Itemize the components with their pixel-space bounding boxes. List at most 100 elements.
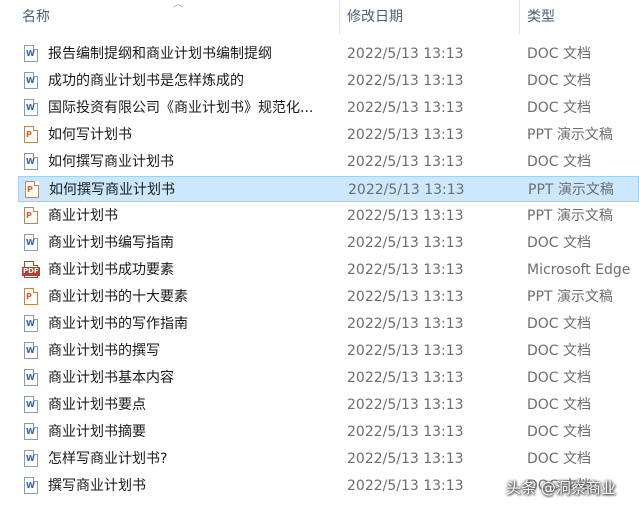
file-name[interactable]: 怎样写商业计划书? — [48, 446, 338, 472]
doc-icon-mark: W — [26, 427, 35, 436]
file-name[interactable]: 如何撰写商业计划书 — [49, 177, 339, 203]
file-date-modified: 2022/5/13 13:13 — [347, 73, 464, 89]
file-type: DOC 文档 — [527, 73, 592, 89]
doc-file-icon: W — [24, 72, 38, 89]
file-date-modified: 2022/5/13 13:13 — [347, 370, 464, 386]
doc-icon-mark: W — [26, 346, 35, 355]
pdf-file-icon: PDF — [22, 261, 40, 278]
doc-file-icon: W — [24, 315, 38, 332]
ppt-file-icon: P — [24, 207, 38, 224]
file-date-modified: 2022/5/13 13:13 — [347, 478, 464, 494]
file-date-modified: 2022/5/13 13:13 — [347, 424, 464, 440]
column-header-name[interactable]: 名称 — [22, 0, 334, 34]
watermark: 头条 @洞察商业 — [506, 479, 616, 497]
file-type: DOC 文档 — [527, 316, 592, 332]
ppt-file-icon: P — [24, 288, 38, 305]
column-header-type[interactable]: 类型 — [527, 0, 639, 34]
ppt-icon-mark: P — [27, 185, 33, 194]
doc-file-icon: W — [24, 234, 38, 251]
file-type: Microsoft Edge — [527, 262, 631, 278]
doc-icon-mark: W — [26, 49, 35, 58]
file-name[interactable]: 商业计划书的十大要素 — [48, 284, 338, 310]
file-type: DOC 文档 — [527, 370, 592, 386]
file-row[interactable]: P 商业计划书的十大要素 2022/5/13 13:13 PPT 演示文稿 — [18, 284, 639, 310]
file-row[interactable]: W 商业计划书的写作指南 2022/5/13 13:13 DOC 文档 — [18, 311, 639, 337]
doc-icon-mark: W — [26, 454, 35, 463]
file-type: DOC 文档 — [527, 100, 592, 116]
file-type: DOC 文档 — [527, 46, 592, 62]
file-name[interactable]: 报告编制提纲和商业计划书编制提纲 — [48, 41, 338, 67]
file-name[interactable]: 如何写计划书 — [48, 122, 338, 148]
doc-file-icon: W — [24, 99, 38, 116]
file-type: PPT 演示文稿 — [528, 182, 614, 198]
file-date-modified: 2022/5/13 13:13 — [347, 235, 464, 251]
file-type: DOC 文档 — [527, 397, 592, 413]
file-date-modified: 2022/5/13 13:13 — [347, 46, 464, 62]
file-row[interactable]: W 成功的商业计划书是怎样炼成的 2022/5/13 13:13 DOC 文档 — [18, 68, 639, 94]
ppt-file-icon: P — [24, 126, 38, 143]
file-row[interactable]: W 国际投资有限公司《商业计划书》规范化... 2022/5/13 13:13 DOC… — [18, 95, 639, 121]
file-row[interactable]: P 如何写计划书 2022/5/13 13:13 PPT 演示文稿 — [18, 122, 639, 148]
file-name[interactable]: 撰写商业计划书 — [48, 473, 338, 499]
ppt-icon-mark: P — [26, 292, 32, 301]
file-type: DOC 文档 — [527, 343, 592, 359]
file-date-modified: 2022/5/13 13:13 — [347, 343, 464, 359]
doc-file-icon: W — [24, 423, 38, 440]
file-type: DOC 文档 — [527, 451, 592, 467]
doc-file-icon: W — [24, 450, 38, 467]
file-type: DOC 文档 — [527, 235, 592, 251]
doc-icon-mark: W — [26, 481, 35, 490]
doc-icon-mark: W — [26, 373, 35, 382]
doc-file-icon: W — [24, 477, 38, 494]
column-divider[interactable] — [519, 0, 520, 34]
file-row[interactable]: W 商业计划书要点 2022/5/13 13:13 DOC 文档 — [18, 392, 639, 418]
file-row[interactable]: W 商业计划书基本内容 2022/5/13 13:13 DOC 文档 — [18, 365, 639, 391]
doc-file-icon: W — [24, 45, 38, 62]
doc-icon-mark: W — [26, 319, 35, 328]
file-row[interactable]: W 商业计划书的撰写 2022/5/13 13:13 DOC 文档 — [18, 338, 639, 364]
file-type: PPT 演示文稿 — [527, 127, 613, 143]
file-row[interactable]: W 报告编制提纲和商业计划书编制提纲 2022/5/13 13:13 DOC 文档 — [18, 41, 639, 67]
file-name[interactable]: 成功的商业计划书是怎样炼成的 — [48, 68, 338, 94]
column-header-date-modified[interactable]: 修改日期 — [347, 0, 507, 34]
file-name[interactable]: 商业计划书成功要素 — [48, 257, 338, 283]
doc-icon-mark: W — [26, 157, 35, 166]
file-date-modified: 2022/5/13 13:13 — [347, 127, 464, 143]
file-row[interactable]: W 商业计划书摘要 2022/5/13 13:13 DOC 文档 — [18, 419, 639, 445]
file-row[interactable]: W 如何撰写商业计划书 2022/5/13 13:13 DOC 文档 — [18, 149, 639, 175]
file-row[interactable]: W 商业计划书编写指南 2022/5/13 13:13 DOC 文档 — [18, 230, 639, 256]
file-name[interactable]: 如何撰写商业计划书 — [48, 149, 338, 175]
file-date-modified: 2022/5/13 13:13 — [347, 397, 464, 413]
file-date-modified: 2022/5/13 13:13 — [348, 182, 465, 198]
ppt-icon-mark: P — [26, 130, 32, 139]
file-date-modified: 2022/5/13 13:13 — [347, 262, 464, 278]
file-date-modified: 2022/5/13 13:13 — [347, 100, 464, 116]
file-name[interactable]: 国际投资有限公司《商业计划书》规范化... — [48, 95, 338, 121]
file-row[interactable]: P 如何撰写商业计划书 2022/5/13 13:13 PPT 演示文稿 — [18, 176, 639, 202]
file-date-modified: 2022/5/13 13:13 — [347, 289, 464, 305]
file-name[interactable]: 商业计划书要点 — [48, 392, 338, 418]
column-divider[interactable] — [339, 0, 340, 34]
file-name[interactable]: 商业计划书摘要 — [48, 419, 338, 445]
doc-icon-mark: W — [26, 103, 35, 112]
ppt-file-icon: P — [25, 181, 39, 198]
file-name[interactable]: 商业计划书编写指南 — [48, 230, 338, 256]
file-date-modified: 2022/5/13 13:13 — [347, 451, 464, 467]
file-name[interactable]: 商业计划书 — [48, 203, 338, 229]
doc-icon-mark: W — [26, 238, 35, 247]
file-row[interactable]: PDF 商业计划书成功要素 2022/5/13 13:13 Microsoft Edg… — [18, 257, 639, 283]
file-name[interactable]: 商业计划书基本内容 — [48, 365, 338, 391]
file-date-modified: 2022/5/13 13:13 — [347, 316, 464, 332]
pdf-icon-mark: PDF — [22, 267, 40, 276]
file-type: PPT 演示文稿 — [527, 208, 613, 224]
doc-file-icon: W — [24, 369, 38, 386]
doc-file-icon: W — [24, 342, 38, 359]
file-name[interactable]: 商业计划书的写作指南 — [48, 311, 338, 337]
doc-file-icon: W — [24, 153, 38, 170]
doc-icon-mark: W — [26, 76, 35, 85]
file-type: DOC 文档 — [527, 154, 592, 170]
doc-icon-mark: W — [26, 400, 35, 409]
file-row[interactable]: P 商业计划书 2022/5/13 13:13 PPT 演示文稿 — [18, 203, 639, 229]
file-name[interactable]: 商业计划书的撰写 — [48, 338, 338, 364]
file-row[interactable]: W 怎样写商业计划书? 2022/5/13 13:13 DOC 文档 — [18, 446, 639, 472]
